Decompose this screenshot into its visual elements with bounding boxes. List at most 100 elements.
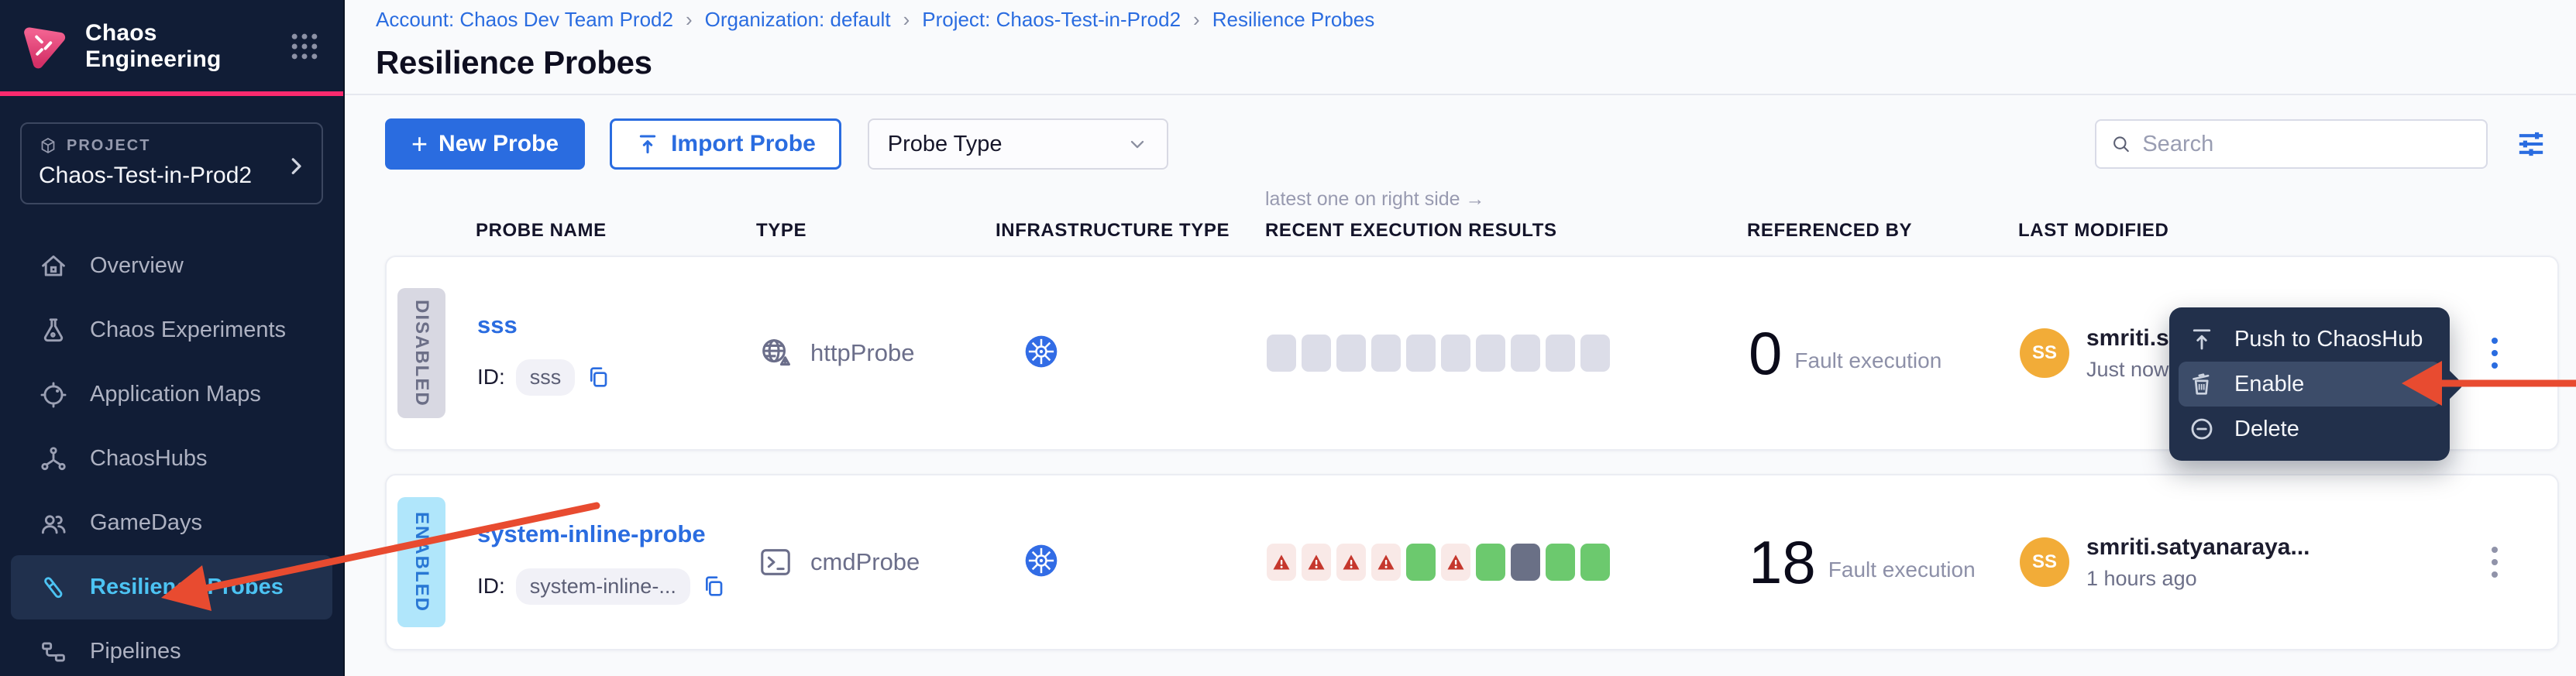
referenced-count: 0 (1749, 318, 1782, 389)
avatar: SS (2020, 328, 2069, 378)
home-icon (39, 252, 68, 281)
probe-type-cell: httpProbe (758, 335, 997, 371)
execution-result-failed (1371, 544, 1401, 581)
new-probe-button[interactable]: + New Probe (385, 118, 585, 170)
probe-type-label: httpProbe (810, 339, 914, 367)
execution-result-failed (1441, 544, 1470, 581)
search-box (2095, 119, 2488, 169)
pipeline-icon (39, 637, 68, 667)
modified-time: 1 hours ago (2086, 567, 2310, 591)
referenced-by-cell: 0 Fault execution (1749, 318, 2020, 389)
execution-result-empty (1302, 335, 1331, 372)
sidebar-item-label: GameDays (90, 510, 202, 536)
circle-minus-icon (2188, 415, 2216, 443)
execution-result-empty (1441, 335, 1470, 372)
probe-icon (39, 573, 68, 602)
row-menu-button[interactable] (2475, 539, 2514, 585)
sidebar-item-gamedays[interactable]: GameDays (0, 491, 343, 555)
menu-item-enable[interactable]: Enable (2179, 362, 2440, 407)
search-input[interactable] (2142, 132, 2472, 157)
breadcrumb-account-link[interactable]: Account: Chaos Dev Team Prod2 (376, 8, 673, 32)
probe-id-value: system-inline-... (516, 568, 690, 605)
filter-sliders-icon (2511, 124, 2551, 164)
copy-icon (586, 365, 610, 389)
latest-note: latest one on right side → (1265, 188, 1747, 211)
referenced-label: Fault execution (1794, 348, 1941, 373)
target-icon (39, 380, 68, 410)
filter-button[interactable] (2509, 122, 2553, 166)
sidebar-item-label: Resilience Probes (90, 575, 284, 600)
sidebar-item-label: ChaosHubs (90, 446, 208, 472)
execution-result-passed (1476, 544, 1505, 581)
app-title: Chaos Engineering (85, 20, 270, 73)
probe-type-dropdown[interactable]: Probe Type (868, 118, 1168, 170)
row-menu-button[interactable] (2475, 330, 2514, 376)
execution-result-empty (1371, 335, 1401, 372)
infrastructure-cell (997, 334, 1267, 373)
probe-name-cell: sss ID: sss (459, 311, 758, 396)
breadcrumb-project-link[interactable]: Project: Chaos-Test-in-Prod2 (922, 8, 1181, 32)
cube-icon (39, 136, 57, 155)
sidebar-item-label: Overview (90, 253, 184, 279)
chevron-down-icon (1126, 133, 1148, 155)
menu-item-delete[interactable]: Delete (2169, 407, 2450, 451)
referenced-count: 18 (1749, 527, 1816, 598)
execution-result-empty (1336, 335, 1366, 372)
sidebar-item-label: Application Maps (90, 382, 261, 407)
terminal-icon (758, 544, 793, 580)
execution-result-failed (1336, 544, 1366, 581)
probe-type-label: cmdProbe (810, 548, 920, 576)
page-header: Account: Chaos Dev Team Prod2 › Organiza… (345, 0, 2576, 95)
execution-result-empty (1511, 335, 1540, 372)
project-name: Chaos-Test-in-Prod2 (39, 163, 287, 189)
probe-type-cell: cmdProbe (758, 544, 997, 580)
column-header-recent-execution-results: RECENT EXECUTION RESULTS (1265, 220, 1747, 242)
execution-result-passed (1546, 544, 1575, 581)
id-label: ID: (477, 574, 505, 599)
sidebar: Chaos Engineering PROJECT Chaos-Test-in-… (0, 0, 345, 676)
sidebar-item-resilience-probes[interactable]: Resilience Probes (11, 555, 332, 619)
sidebar-item-overview[interactable]: Overview (0, 234, 343, 298)
module-grid-icon[interactable] (287, 29, 322, 63)
probe-name-link[interactable]: system-inline-probe (477, 520, 706, 547)
column-header-infrastructure-type: INFRASTRUCTURE TYPE (996, 220, 1265, 242)
chevron-right-icon (284, 155, 308, 178)
kubernetes-icon (1023, 334, 1059, 369)
menu-item-push-to-chaoshub[interactable]: Push to ChaosHub (2169, 317, 2450, 362)
copy-icon (701, 574, 726, 599)
breadcrumb-current-page[interactable]: Resilience Probes (1212, 8, 1375, 32)
kubernetes-icon (1023, 543, 1059, 578)
sidebar-item-chaoshubs[interactable]: ChaosHubs (0, 427, 343, 491)
flask-icon (39, 316, 68, 345)
brand-divider (0, 91, 343, 96)
probe-name-link[interactable]: sss (477, 311, 518, 338)
sidebar-item-application-maps[interactable]: Application Maps (0, 362, 343, 427)
execution-result-empty (1580, 335, 1610, 372)
probe-name-cell: system-inline-probe ID: system-inline-..… (459, 520, 758, 605)
chaos-logo-icon (20, 22, 68, 70)
plus-icon: + (411, 128, 428, 160)
copy-id-button[interactable] (586, 365, 610, 389)
breadcrumb-org-link[interactable]: Organization: default (705, 8, 891, 32)
main-content: Account: Chaos Dev Team Prod2 › Organiza… (345, 0, 2576, 676)
column-header-probe-name: PROBE NAME (457, 220, 756, 242)
id-label: ID: (477, 365, 505, 389)
execution-result-empty (1267, 335, 1296, 372)
status-badge: ENABLED (397, 497, 445, 627)
sidebar-item-label: Pipelines (90, 639, 181, 664)
execution-result-empty (1406, 335, 1436, 372)
avatar: SS (2020, 537, 2069, 587)
project-label: PROJECT (67, 137, 150, 155)
status-badge: DISABLED (397, 288, 445, 418)
row-context-menu: Push to ChaosHub Enable Delete (2169, 307, 2450, 461)
hub-icon (39, 444, 68, 474)
sidebar-item-chaos-experiments[interactable]: Chaos Experiments (0, 298, 343, 362)
sidebar-item-pipelines[interactable]: Pipelines (0, 619, 343, 676)
import-probe-button[interactable]: Import Probe (610, 118, 841, 170)
copy-id-button[interactable] (701, 574, 726, 599)
breadcrumb-separator: › (1193, 8, 1200, 32)
project-selector[interactable]: PROJECT Chaos-Test-in-Prod2 (20, 122, 323, 204)
column-header-type: TYPE (756, 220, 996, 242)
table-row: ENABLED system-inline-probe ID: system-i… (385, 474, 2559, 650)
sidebar-nav: Overview Chaos Experiments Application M… (0, 234, 343, 676)
